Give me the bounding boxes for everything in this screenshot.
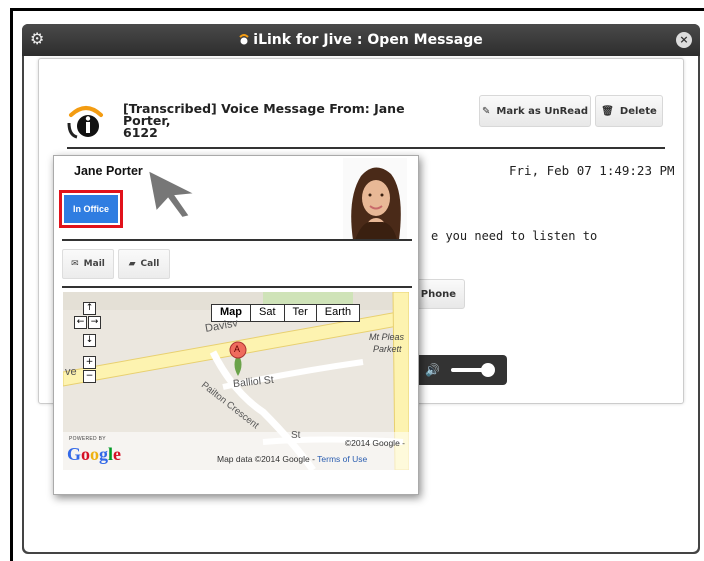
pan-right-button[interactable]: → xyxy=(88,316,101,329)
mouse-pointer-icon xyxy=(146,168,200,220)
phone-label: Phone xyxy=(420,288,456,300)
title-bar: ⚙ iLink for Jive : Open Message × xyxy=(22,24,700,56)
message-body-text: e you need to listen to xyxy=(431,229,598,243)
map-view[interactable]: ↑ ← → ↓ + − Map Sat Ter Earth Davisv Mt … xyxy=(63,292,409,470)
powered-by-label: POWERED BY xyxy=(69,436,106,442)
trash-icon: 🗑 xyxy=(601,105,614,117)
google-logo[interactable]: Google xyxy=(67,444,121,465)
map-type-ter[interactable]: Ter xyxy=(283,305,316,321)
message-date: Fri, Feb 07 1:49:23 PM xyxy=(509,163,675,178)
zoom-out-button[interactable]: − xyxy=(83,370,96,383)
presence-badge[interactable]: In Office xyxy=(64,195,118,223)
delete-label: Delete xyxy=(619,105,657,117)
speech-bubble-icon: ▰ xyxy=(128,259,136,269)
card-divider-top xyxy=(62,239,412,241)
card-divider-bottom xyxy=(62,286,412,288)
close-button[interactable]: × xyxy=(676,32,692,48)
map-type-sat[interactable]: Sat xyxy=(250,305,284,321)
phone-button[interactable]: Phone xyxy=(411,279,465,309)
map-data-text: Map data ©2014 Google - xyxy=(217,454,315,464)
map-copyright: ©2014 Google - xyxy=(344,438,405,448)
terms-of-use-link[interactable]: Terms of Use xyxy=(317,454,367,464)
call-button[interactable]: ▰ Call xyxy=(118,249,170,279)
audio-player: 🔊 xyxy=(409,355,507,385)
map-data-attribution: Map data ©2014 Google - Terms of Use xyxy=(217,454,367,464)
mark-unread-button[interactable]: ✎ Mark as UnRead xyxy=(479,95,591,127)
volume-slider-handle[interactable] xyxy=(481,363,495,377)
call-label: Call xyxy=(140,259,160,269)
street-label-parkett: Parkett xyxy=(373,344,402,354)
zoom-in-button[interactable]: + xyxy=(83,356,96,369)
pan-down-button[interactable]: ↓ xyxy=(83,334,96,347)
avatar xyxy=(343,158,407,240)
contact-card-popup: Jane Porter In Office ✉ Mail ▰ Call ↑ ← … xyxy=(53,155,419,495)
envelope-icon: ✉ xyxy=(71,259,79,269)
contact-name: Jane Porter xyxy=(74,164,143,178)
map-type-earth[interactable]: Earth xyxy=(315,305,359,321)
window-title-wrap: iLink for Jive : Open Message xyxy=(22,32,700,48)
street-label-ave: ve xyxy=(65,366,77,378)
ilink-logo xyxy=(67,106,103,139)
mail-button[interactable]: ✉ Mail xyxy=(62,249,114,279)
subject-line-1: [Transcribed] Voice Message From: Jane P… xyxy=(123,101,405,128)
pan-left-button[interactable]: ← xyxy=(74,316,87,329)
volume-icon[interactable]: 🔊 xyxy=(425,363,440,377)
message-subject: [Transcribed] Voice Message From: Jane P… xyxy=(123,101,453,140)
street-label-mt-pleasant: Mt Pleas xyxy=(369,332,405,342)
subject-line-2: 6122 xyxy=(123,125,158,140)
mark-unread-label: Mark as UnRead xyxy=(496,105,588,117)
ilink-logo-icon xyxy=(239,34,249,45)
pan-up-button[interactable]: ↑ xyxy=(83,302,96,315)
street-label-st: St xyxy=(291,430,301,441)
presence-highlight: In Office xyxy=(59,190,123,228)
map-marker-label[interactable]: A xyxy=(234,344,240,354)
mail-label: Mail xyxy=(83,259,105,269)
window-title: iLink for Jive : Open Message xyxy=(253,32,483,48)
delete-button[interactable]: 🗑 Delete xyxy=(595,95,663,127)
header-divider xyxy=(67,147,665,149)
pencil-icon: ✎ xyxy=(482,105,491,117)
